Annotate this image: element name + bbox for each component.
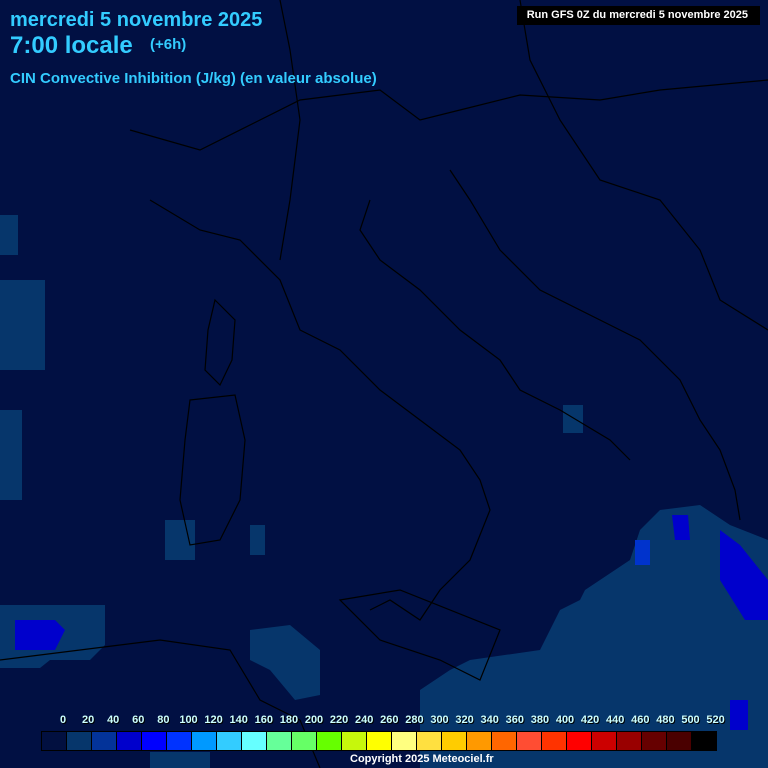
cin-low-areas: [0, 215, 768, 768]
legend-label: 220: [329, 714, 349, 726]
legend-swatch: [667, 732, 692, 750]
legend-swatch: [267, 732, 292, 750]
legend-swatch: [692, 732, 716, 750]
legend-label: 340: [480, 714, 499, 726]
legend-label: 360: [505, 714, 524, 726]
legend-swatch: [617, 732, 642, 750]
legend-label: 520: [706, 714, 725, 726]
legend-swatch: [292, 732, 317, 750]
legend-label: 180: [279, 714, 299, 726]
parameter-title: CIN Convective Inhibition (J/kg) (en val…: [10, 70, 377, 87]
legend-swatch: [642, 732, 667, 750]
legend-label: 400: [555, 714, 575, 726]
legend-label: 260: [380, 714, 399, 726]
legend-label: 300: [430, 714, 449, 726]
legend-label: 80: [157, 714, 170, 726]
legend-label: 120: [204, 714, 223, 726]
legend-swatch: [242, 732, 267, 750]
legend-label: 60: [132, 714, 145, 726]
legend-label: 380: [530, 714, 550, 726]
legend-label: 440: [606, 714, 625, 726]
forecast-date: mercredi 5 novembre 2025: [10, 9, 263, 31]
legend-label: 240: [355, 714, 374, 726]
legend-label: 0: [59, 714, 67, 726]
legend-label: 500: [681, 714, 700, 726]
legend-swatch: [392, 732, 417, 750]
legend-swatch: [542, 732, 567, 750]
legend-swatch: [342, 732, 367, 750]
cin-map: [0, 0, 768, 768]
legend-swatch: [517, 732, 542, 750]
legend-swatch: [467, 732, 492, 750]
legend-label: 100: [179, 714, 198, 726]
legend-swatch: [92, 732, 117, 750]
legend-label: 280: [405, 714, 424, 726]
run-info: Run GFS 0Z du mercredi 5 novembre 2025: [516, 6, 760, 25]
legend-label: 140: [229, 714, 248, 726]
legend-swatch: [592, 732, 617, 750]
legend-label: 160: [254, 714, 273, 726]
color-legend: [41, 731, 717, 751]
legend-swatch: [117, 732, 142, 750]
legend-swatch: [317, 732, 342, 750]
legend-swatch: [167, 732, 192, 750]
legend-label: 320: [455, 714, 474, 726]
copyright: Copyright 2025 Meteociel.fr: [350, 753, 494, 765]
forecast-lead-time: (+6h): [150, 36, 187, 53]
legend-label: 460: [631, 714, 650, 726]
legend-label: 420: [580, 714, 600, 726]
legend-swatch: [42, 732, 67, 750]
legend-swatch: [192, 732, 217, 750]
forecast-time: 7:00 locale: [10, 32, 133, 59]
legend-label: 480: [656, 714, 675, 726]
legend-label: 40: [107, 714, 120, 726]
legend-swatch: [567, 732, 592, 750]
legend-swatch: [142, 732, 167, 750]
legend-swatch: [417, 732, 442, 750]
legend-swatch: [67, 732, 92, 750]
legend-swatch: [367, 732, 392, 750]
legend-label: 20: [81, 714, 95, 726]
legend-swatch: [217, 732, 242, 750]
legend-label: 200: [304, 714, 324, 726]
legend-swatch: [492, 732, 517, 750]
legend-swatch: [442, 732, 467, 750]
